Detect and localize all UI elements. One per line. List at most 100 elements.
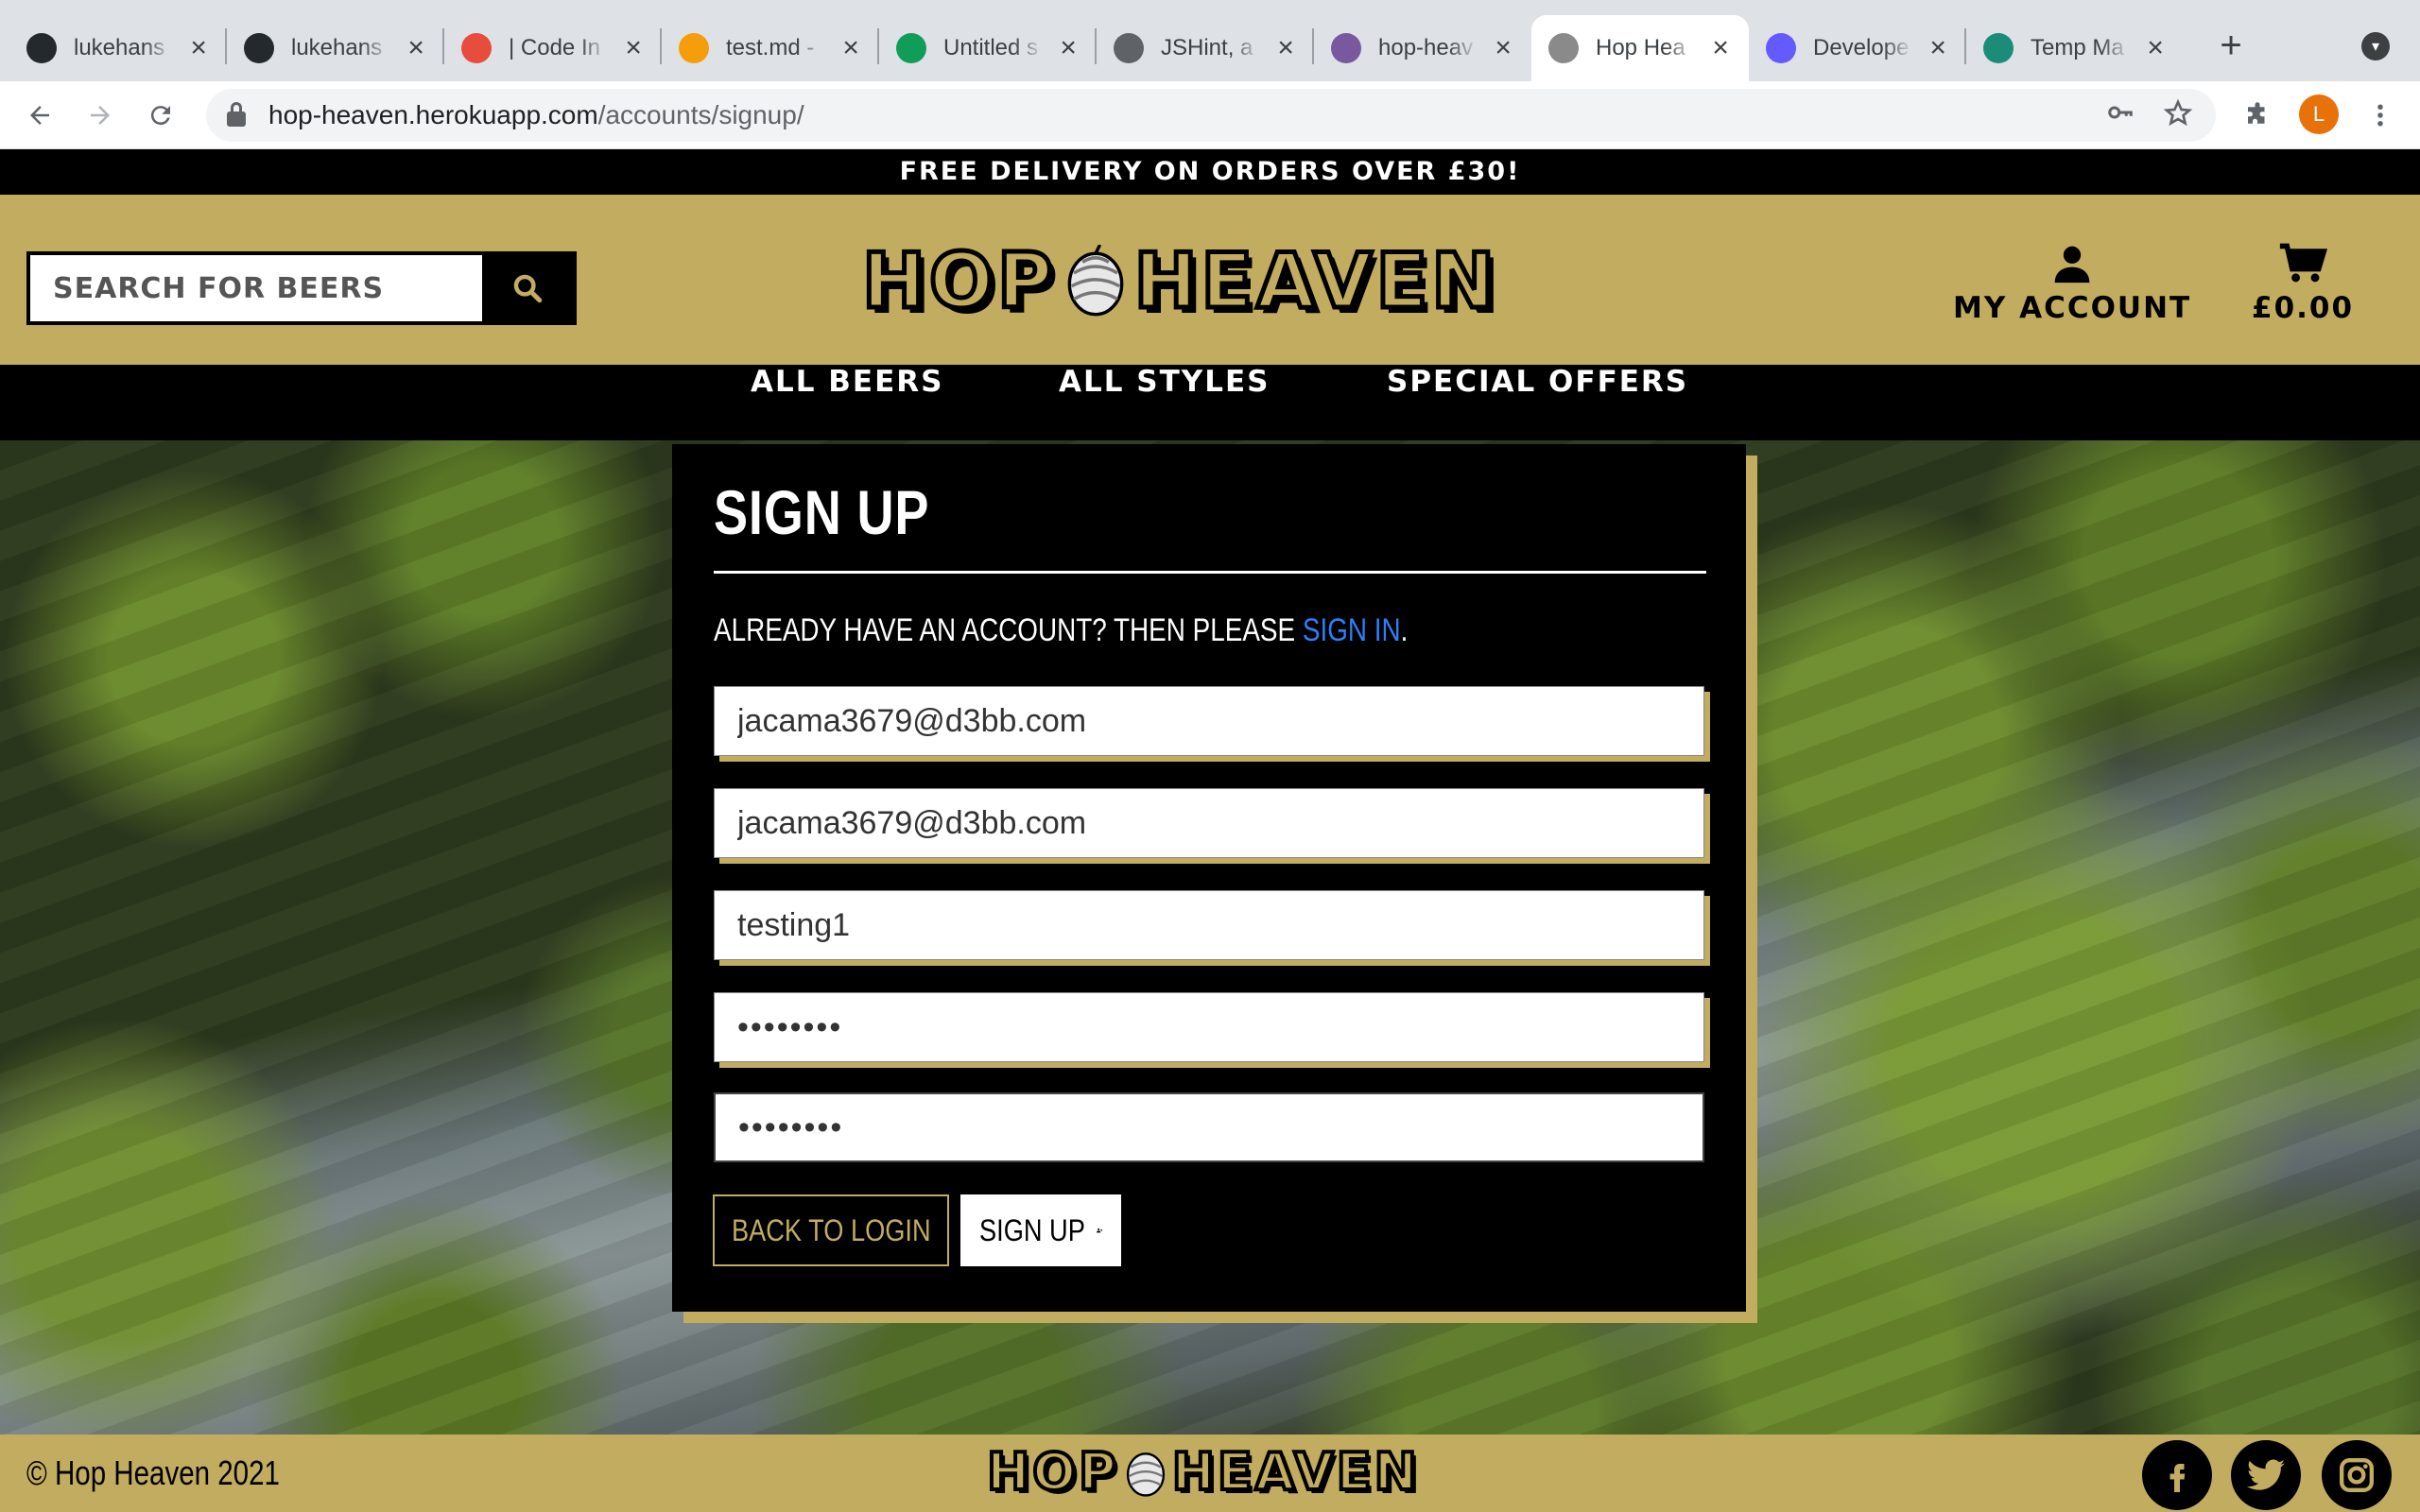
hop-cone-icon bbox=[1126, 1452, 1165, 1497]
browser-tab[interactable]: test.md - × bbox=[662, 15, 879, 81]
email-input[interactable] bbox=[715, 687, 1703, 755]
lock-icon bbox=[227, 102, 246, 127]
tab-title: Untitled s bbox=[943, 35, 1039, 60]
user-icon bbox=[2054, 246, 2090, 284]
github-icon bbox=[26, 33, 57, 63]
arrow-left-icon bbox=[30, 106, 49, 125]
search-form bbox=[26, 251, 577, 325]
tab-title: test.md - bbox=[726, 35, 815, 60]
reload-icon bbox=[150, 106, 170, 126]
browser-tab[interactable]: Develope × bbox=[1749, 15, 1966, 81]
tab-title: Hop Hea bbox=[1596, 35, 1685, 60]
profile-avatar[interactable]: L bbox=[2299, 94, 2339, 134]
site-logo[interactable]: HOP HEAVEN bbox=[860, 234, 1499, 327]
hop-cone-icon bbox=[1067, 245, 1123, 317]
browser-tab[interactable]: | Code In × bbox=[444, 15, 662, 81]
instagram-link[interactable] bbox=[2322, 1440, 2392, 1510]
close-tab-icon[interactable]: × bbox=[622, 32, 645, 64]
tab-title: lukehans bbox=[74, 35, 165, 60]
close-tab-icon[interactable]: × bbox=[187, 32, 210, 64]
reload-button[interactable] bbox=[140, 94, 182, 136]
tab-title: Develope bbox=[1813, 35, 1910, 60]
back-to-login-button[interactable]: BACK TO LOGIN bbox=[713, 1194, 949, 1266]
nav-special-offers[interactable]: SPECIAL OFFERS bbox=[1387, 365, 1688, 440]
stripe-icon bbox=[1766, 33, 1796, 63]
tab-search-button[interactable]: ▾ bbox=[2361, 32, 2390, 60]
arrow-right-icon bbox=[91, 106, 110, 125]
tab-title: lukehans bbox=[291, 35, 383, 60]
footer-logo[interactable]: HOP HEAVEN bbox=[985, 1440, 1420, 1503]
tab-title: Temp Ma bbox=[2031, 35, 2124, 60]
search-button[interactable] bbox=[482, 255, 573, 321]
browser-tab[interactable]: lukehans × bbox=[227, 15, 444, 81]
copyright: © Hop Heaven 2021 bbox=[26, 1453, 280, 1492]
close-tab-icon[interactable]: × bbox=[1709, 32, 1732, 64]
tab-title: JSHint, a bbox=[1161, 35, 1253, 60]
site-footer: © Hop Heaven 2021 HOP HEAVEN bbox=[0, 1435, 2420, 1512]
address-bar[interactable]: hop-heaven.herokuapp.com/accounts/signup… bbox=[206, 89, 2216, 142]
browser-tab[interactable]: Untitled s × bbox=[879, 15, 1097, 81]
browser-tab[interactable]: lukehans × bbox=[9, 15, 227, 81]
my-account-link[interactable]: MY ACCOUNT bbox=[1953, 242, 2191, 325]
username-input[interactable] bbox=[715, 891, 1703, 959]
sign-up-button[interactable]: SIGN UP bbox=[960, 1194, 1121, 1266]
email-confirm-field bbox=[714, 788, 1704, 858]
search-icon bbox=[513, 274, 543, 303]
tab-title: | Code In bbox=[509, 35, 600, 60]
browser-tab[interactable]: Temp Ma × bbox=[1966, 15, 2184, 81]
facebook-icon bbox=[2169, 1464, 2186, 1492]
close-tab-icon[interactable]: × bbox=[1274, 32, 1297, 64]
nav-all-beers[interactable]: ALL BEERS bbox=[751, 365, 943, 440]
forward-button[interactable] bbox=[79, 94, 121, 136]
twitter-link[interactable] bbox=[2231, 1440, 2301, 1510]
signin-prompt: ALREADY HAVE AN ACCOUNT? THEN PLEASE SIG… bbox=[714, 612, 1409, 648]
url-text[interactable]: hop-heaven.herokuapp.com/accounts/signup… bbox=[268, 100, 804, 130]
password-field bbox=[714, 992, 1704, 1062]
site-header: HOP HEAVEN MY ACCOUNT £0.00 bbox=[0, 195, 2420, 365]
logo-text-left: HOP bbox=[860, 234, 1057, 327]
facebook-link[interactable] bbox=[2142, 1440, 2212, 1510]
browser-tab[interactable]: JSHint, a × bbox=[1097, 15, 1314, 81]
shopping-cart-icon bbox=[2279, 243, 2328, 283]
github-icon bbox=[244, 33, 274, 63]
sign-in-link[interactable]: SIGN IN bbox=[1303, 612, 1401, 648]
main-nav: ALL BEERS ALL STYLES SPECIAL OFFERS bbox=[0, 365, 2420, 440]
heroku-icon bbox=[1331, 33, 1361, 63]
email-field bbox=[714, 686, 1704, 756]
divider bbox=[714, 571, 1706, 574]
instagram-icon bbox=[2340, 1458, 2374, 1492]
tab-title: hop-heav bbox=[1378, 35, 1474, 60]
new-tab-button[interactable]: + bbox=[2212, 26, 2250, 64]
email-confirm-input[interactable] bbox=[715, 789, 1703, 857]
close-tab-icon[interactable]: × bbox=[1927, 32, 1949, 64]
logo-text-right: HEAVEN bbox=[1132, 234, 1499, 327]
twitter-icon bbox=[2247, 1459, 2285, 1490]
nav-all-styles[interactable]: ALL STYLES bbox=[1059, 365, 1270, 440]
codeinstitute-icon bbox=[461, 33, 492, 63]
page-title: SIGN UP bbox=[714, 477, 930, 547]
user-plus-icon bbox=[1096, 1228, 1102, 1233]
close-tab-icon[interactable]: × bbox=[405, 32, 427, 64]
globe-icon bbox=[1114, 33, 1144, 63]
browser-tab[interactable]: hop-heav × bbox=[1314, 15, 1531, 81]
back-button[interactable] bbox=[19, 94, 60, 136]
close-tab-icon[interactable]: × bbox=[839, 32, 862, 64]
key-icon[interactable] bbox=[2106, 98, 2135, 134]
signup-card: SIGN UP ALREADY HAVE AN ACCOUNT? THEN PL… bbox=[672, 444, 1746, 1312]
password-confirm-field bbox=[714, 1092, 1704, 1162]
delivery-banner: FREE DELIVERY ON ORDERS OVER £30! bbox=[0, 149, 2420, 195]
close-tab-icon[interactable]: × bbox=[1492, 32, 1514, 64]
close-tab-icon[interactable]: × bbox=[1057, 32, 1080, 64]
extensions-icon[interactable] bbox=[2237, 94, 2278, 136]
browser-tab-strip: lukehans × lukehans × | Code In × test.md - × Un… bbox=[0, 0, 2420, 81]
cart-link[interactable]: £0.00 bbox=[2252, 242, 2354, 325]
sheets-icon bbox=[896, 33, 926, 63]
search-input[interactable] bbox=[30, 255, 486, 321]
browser-toolbar: hop-heaven.herokuapp.com/accounts/signup… bbox=[0, 81, 2420, 149]
password-input[interactable] bbox=[715, 993, 1703, 1061]
browser-tab[interactable]: Hop Hea × bbox=[1531, 15, 1749, 81]
password-confirm-input[interactable] bbox=[716, 1094, 1703, 1160]
close-tab-icon[interactable]: × bbox=[2144, 32, 2167, 64]
menu-kebab-icon[interactable] bbox=[2360, 94, 2401, 136]
star-icon[interactable] bbox=[2163, 98, 2193, 136]
